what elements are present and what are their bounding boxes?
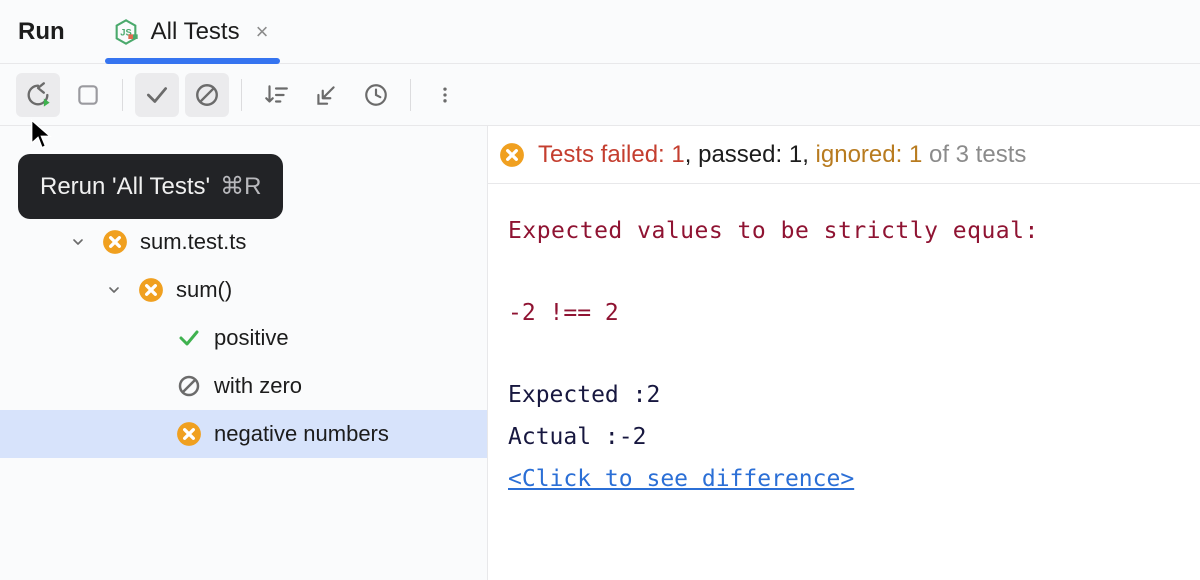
- status-bar: Tests failed: 1, passed: 1, ignored: 1 o…: [488, 126, 1200, 184]
- fail-status-icon: [174, 421, 204, 447]
- status-failed-label: Tests failed:: [538, 141, 665, 168]
- tool-window-label: Run: [18, 18, 105, 46]
- status-ignored-count: 1: [909, 141, 922, 168]
- sort-button[interactable]: [254, 73, 298, 117]
- stop-button[interactable]: [66, 73, 110, 117]
- show-passed-button[interactable]: [135, 73, 179, 117]
- separator: [241, 79, 242, 111]
- fail-status-icon: [100, 229, 130, 255]
- tooltip-shortcut: ⌘R: [220, 172, 261, 201]
- console-output: Expected values to be strictly equal: -2…: [488, 184, 1200, 500]
- chevron-down-icon[interactable]: [102, 282, 126, 298]
- fail-status-icon: [496, 142, 528, 168]
- separator: [122, 79, 123, 111]
- status-total-text: of 3 tests: [929, 141, 1026, 168]
- fail-status-icon: [136, 277, 166, 303]
- console-panel: Tests failed: 1, passed: 1, ignored: 1 o…: [488, 126, 1200, 580]
- tooltip-text: Rerun 'All Tests': [40, 173, 210, 201]
- console-actual-label: Actual :: [508, 424, 619, 450]
- more-options-button[interactable]: [423, 73, 467, 117]
- tree-row-suite[interactable]: sum(): [0, 266, 487, 314]
- console-actual-value: -2: [619, 424, 647, 450]
- tree-row-test-ignored[interactable]: with zero: [0, 362, 487, 410]
- console-line: Expected values to be strictly equal:: [508, 210, 1180, 252]
- ignored-status-icon: [174, 374, 204, 398]
- tree-label: sum.test.ts: [140, 229, 246, 255]
- pass-status-icon: [174, 326, 204, 350]
- console-line: -2 !== 2: [508, 292, 1180, 334]
- nodejs-icon: JS: [111, 18, 141, 46]
- show-ignored-button[interactable]: [185, 73, 229, 117]
- console-expected-label: Expected :: [508, 382, 646, 408]
- tree-label: negative numbers: [214, 421, 389, 447]
- tree-label: sum(): [176, 277, 232, 303]
- rerun-button[interactable]: [16, 73, 60, 117]
- tree-label: with zero: [214, 373, 302, 399]
- toolbar: [0, 64, 1200, 126]
- run-tab-bar: Run JS All Tests ×: [0, 0, 1200, 64]
- tooltip: Rerun 'All Tests' ⌘R: [18, 154, 283, 219]
- chevron-down-icon[interactable]: [66, 234, 90, 250]
- tab-label: All Tests: [151, 18, 240, 46]
- tree-label: positive: [214, 325, 289, 351]
- tab-all-tests[interactable]: JS All Tests ×: [105, 0, 281, 63]
- tree-row-test-pass[interactable]: positive: [0, 314, 487, 362]
- status-ignored-label: ignored:: [816, 141, 903, 168]
- close-icon[interactable]: ×: [250, 17, 275, 47]
- test-history-button[interactable]: [354, 73, 398, 117]
- status-passed-label: passed:: [698, 141, 782, 168]
- status-failed-count: 1: [671, 141, 684, 168]
- diff-link[interactable]: <Click to see difference>: [508, 466, 854, 492]
- import-tests-button[interactable]: [304, 73, 348, 117]
- tree-row-file[interactable]: sum.test.ts: [0, 218, 487, 266]
- separator: [410, 79, 411, 111]
- tree-row-test-fail[interactable]: negative numbers: [0, 410, 487, 458]
- status-passed-count: 1: [789, 141, 802, 168]
- console-expected-value: 2: [646, 382, 660, 408]
